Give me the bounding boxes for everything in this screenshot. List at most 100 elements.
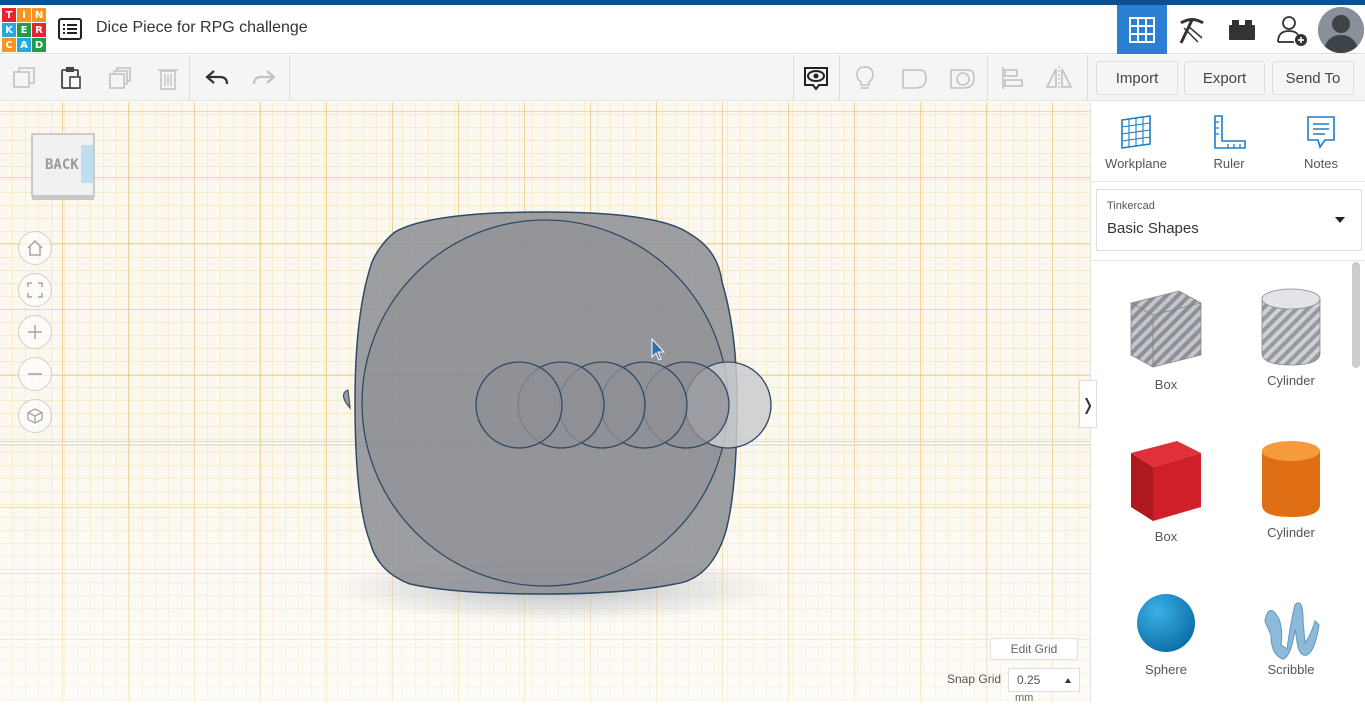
view-cube-label: BACK (45, 157, 79, 173)
workplane-grid (0, 102, 1090, 702)
light-button[interactable] (850, 63, 880, 93)
sphere-icon (1137, 594, 1195, 652)
logo-letter: N (32, 8, 46, 22)
notes-tool-button[interactable]: Notes (1281, 114, 1361, 176)
shape-sphere[interactable]: Sphere (1111, 565, 1221, 705)
design-menu-button[interactable] (58, 18, 82, 40)
delete-icon (158, 69, 178, 90)
home-view-button[interactable] (18, 231, 52, 265)
ruler-tool-label: Ruler (1213, 156, 1245, 171)
copy-button[interactable] (9, 63, 39, 93)
pip-row[interactable] (475, 361, 772, 449)
logo-letter: A (17, 38, 31, 52)
paste-icon (61, 67, 81, 89)
shape-hole-button[interactable] (947, 63, 977, 93)
zoom-out-button[interactable] (18, 357, 52, 391)
snap-grid-label: Snap Grid (947, 672, 1002, 686)
undo-button[interactable] (202, 63, 232, 93)
collapse-panel-button[interactable]: ❭ (1079, 380, 1097, 428)
send-to-button[interactable]: Send To (1272, 61, 1354, 95)
avatar (1318, 6, 1364, 53)
snap-grid-unit: mm (1015, 692, 1034, 702)
notes-tool-label: Notes (1304, 156, 1338, 171)
shape-cylinder-hole[interactable]: Cylinder (1236, 261, 1346, 401)
redo-button[interactable] (249, 63, 279, 93)
grid-icon (1129, 16, 1155, 43)
shape-box[interactable]: Box (1111, 413, 1221, 553)
shape-cylinder[interactable]: Cylinder (1236, 413, 1346, 553)
3d-design-view-button[interactable] (1117, 5, 1167, 54)
shape-label: Cylinder (1267, 373, 1315, 388)
shape-label: Box (1154, 529, 1178, 544)
view-cube[interactable]: BACK (31, 133, 95, 201)
shape-label: Scribble (1267, 662, 1315, 677)
show-all-button[interactable] (801, 63, 831, 93)
shape-library-select[interactable]: Tinkercad Basic Shapes (1096, 189, 1362, 251)
box-solid-icon (1131, 441, 1201, 521)
panel-tools: Workplane Ruler Notes (1091, 102, 1365, 182)
invite-user-button[interactable] (1267, 5, 1317, 54)
ruler-tool-button[interactable]: Ruler (1189, 114, 1269, 176)
import-button[interactable]: Import (1096, 61, 1178, 95)
export-button[interactable]: Export (1184, 61, 1265, 95)
shape-label: Sphere (1145, 662, 1187, 677)
add-user-icon (1277, 15, 1307, 46)
shape-scribble[interactable]: Scribble (1236, 565, 1346, 705)
workplane-icon (1121, 115, 1151, 149)
light-icon (856, 66, 874, 89)
shape-outline-icon (902, 69, 927, 89)
user-avatar-button[interactable] (1317, 5, 1365, 54)
logo-letter: D (32, 38, 46, 52)
list-icon (58, 18, 82, 40)
snap-grid-value: 0.25 (1017, 673, 1041, 687)
undo-icon (205, 70, 229, 85)
bricks-view-button[interactable] (1217, 5, 1267, 54)
design-title[interactable]: Dice Piece for RPG challenge (96, 19, 308, 37)
shape-label: Cylinder (1267, 525, 1315, 540)
logo-letter: I (17, 8, 31, 22)
tinkercad-logo[interactable]: T I N K E R C A D (2, 8, 46, 52)
mirror-button[interactable] (1044, 63, 1074, 93)
delete-button[interactable] (153, 63, 183, 93)
workplane-tool-button[interactable]: Workplane (1096, 114, 1176, 176)
caret-up-icon (1065, 678, 1071, 683)
edit-grid-button[interactable]: Edit Grid (990, 638, 1078, 660)
duplicate-button[interactable] (105, 63, 135, 93)
edit-toolbar: Import Export Send To (0, 55, 1365, 101)
library-name: Basic Shapes (1107, 220, 1199, 237)
align-icon (1002, 67, 1023, 89)
box-hole-icon (1129, 290, 1203, 368)
home-icon (27, 239, 43, 256)
shape-box-hole[interactable]: Box (1111, 261, 1221, 401)
user-silhouette-icon (1318, 6, 1364, 53)
duplicate-icon (109, 67, 131, 89)
zoom-in-icon (28, 325, 42, 339)
chevron-down-icon (1335, 217, 1345, 223)
blocks-view-button[interactable] (1167, 5, 1217, 54)
shapes-grid: Box Cylinder Box Cylinder Sphere Scribbl… (1091, 260, 1365, 702)
logo-letter: C (2, 38, 16, 52)
perspective-icon (27, 408, 43, 424)
fit-view-button[interactable] (18, 273, 52, 307)
workplane-canvas[interactable]: BACK Edit Grid Snap Grid 0.25 mm (0, 102, 1090, 702)
zoom-out-icon (28, 373, 42, 375)
cylinder-solid-icon (1262, 441, 1320, 517)
shapes-panel: Workplane Ruler Notes Tinkercad Basic Sh… (1090, 102, 1365, 702)
snap-grid-select[interactable]: 0.25 (1008, 668, 1080, 692)
logo-letter: K (2, 23, 16, 37)
paste-button[interactable] (56, 63, 86, 93)
zoom-in-button[interactable] (18, 315, 52, 349)
align-button[interactable] (997, 63, 1027, 93)
logo-letter: E (17, 23, 31, 37)
shapes-scrollbar[interactable] (1352, 262, 1360, 368)
notes-icon (1307, 116, 1335, 149)
dice-shape[interactable] (342, 211, 772, 595)
logo-letter: R (32, 23, 46, 37)
shape-outline-button[interactable] (899, 63, 929, 93)
perspective-button[interactable] (18, 399, 52, 433)
pickaxe-icon (1179, 17, 1204, 44)
library-source-label: Tinkercad (1107, 200, 1155, 212)
shape-label: Box (1154, 377, 1178, 392)
scribble-icon (1264, 602, 1320, 660)
cylinder-hole-icon (1261, 288, 1321, 366)
